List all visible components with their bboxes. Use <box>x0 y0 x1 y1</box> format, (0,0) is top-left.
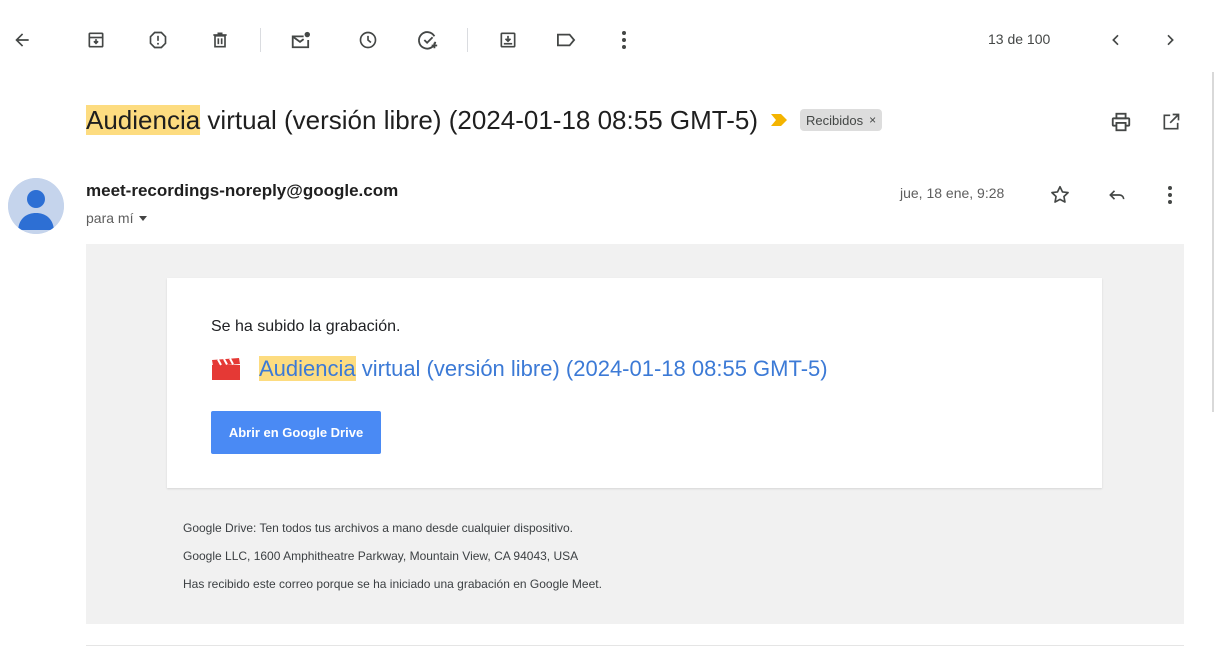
message-more-vert-icon[interactable] <box>1155 180 1185 210</box>
footer-line-reason: Has recibido este correo porque se ha in… <box>183 577 602 591</box>
move-to-icon[interactable] <box>492 24 524 56</box>
dropdown-caret-icon <box>139 215 148 221</box>
recipient-label: para mí <box>86 210 134 226</box>
label-chip-text: Recibidos <box>805 112 864 128</box>
older-chevron-right-icon[interactable] <box>1154 24 1186 56</box>
archive-icon[interactable] <box>80 24 112 56</box>
label-chip[interactable]: Recibidos × <box>799 109 883 131</box>
report-spam-icon[interactable] <box>142 24 174 56</box>
recording-link-highlight: Audiencia <box>259 356 356 381</box>
toolbar: 13 de 100 <box>0 0 1217 80</box>
subject-rest: virtual (versión libre) (2024-01-18 08:5… <box>200 104 758 135</box>
pager-count: 13 de 100 <box>988 31 1051 47</box>
subject-row: Audiencia virtual (versión libre) (2024-… <box>86 100 883 140</box>
more-vert-icon[interactable] <box>608 24 640 56</box>
sender-email: meet-recordings-noreply@google.com <box>86 181 399 200</box>
avatar[interactable] <box>8 178 64 234</box>
message-date: jue, 18 ene, 9:28 <box>900 185 1005 201</box>
star-icon[interactable] <box>1045 180 1075 210</box>
snooze-icon[interactable] <box>352 24 384 56</box>
reply-icon[interactable] <box>1102 180 1132 210</box>
subject-highlight: Audiencia <box>86 104 201 135</box>
delete-icon[interactable] <box>204 24 236 56</box>
card-message: Se ha subido la grabación. <box>211 318 401 335</box>
importance-marker-icon[interactable] <box>770 113 788 127</box>
print-icon[interactable] <box>1107 108 1135 136</box>
recipient-details-toggle[interactable]: para mí <box>86 210 148 226</box>
recording-link-rest: virtual (versión libre) (2024-01-18 08:5… <box>355 356 828 381</box>
labels-icon[interactable] <box>550 24 582 56</box>
divider <box>86 645 1184 646</box>
recording-card: Se ha subido la grabación. Audiencia vir… <box>167 278 1102 488</box>
toolbar-divider <box>260 28 261 52</box>
scrollbar[interactable] <box>1212 72 1214 412</box>
subject-title: Audiencia virtual (versión libre) (2024-… <box>86 104 758 136</box>
open-in-new-window-icon[interactable] <box>1157 108 1185 136</box>
mark-unread-icon[interactable] <box>284 24 316 56</box>
open-in-drive-button[interactable]: Abrir en Google Drive <box>211 411 381 454</box>
remove-label-icon[interactable]: × <box>869 113 876 127</box>
recording-file-row: Audiencia virtual (versión libre) (2024-… <box>211 356 828 382</box>
back-arrow-icon[interactable] <box>6 24 38 56</box>
newer-chevron-left-icon[interactable] <box>1100 24 1132 56</box>
video-file-icon <box>212 358 240 380</box>
footer-line-drive: Google Drive: Ten todos tus archivos a m… <box>183 521 573 535</box>
add-to-tasks-icon[interactable] <box>412 24 444 56</box>
toolbar-divider <box>467 28 468 52</box>
footer-line-address: Google LLC, 1600 Amphitheatre Parkway, M… <box>183 549 579 563</box>
recording-link[interactable]: Audiencia virtual (versión libre) (2024-… <box>259 356 828 382</box>
